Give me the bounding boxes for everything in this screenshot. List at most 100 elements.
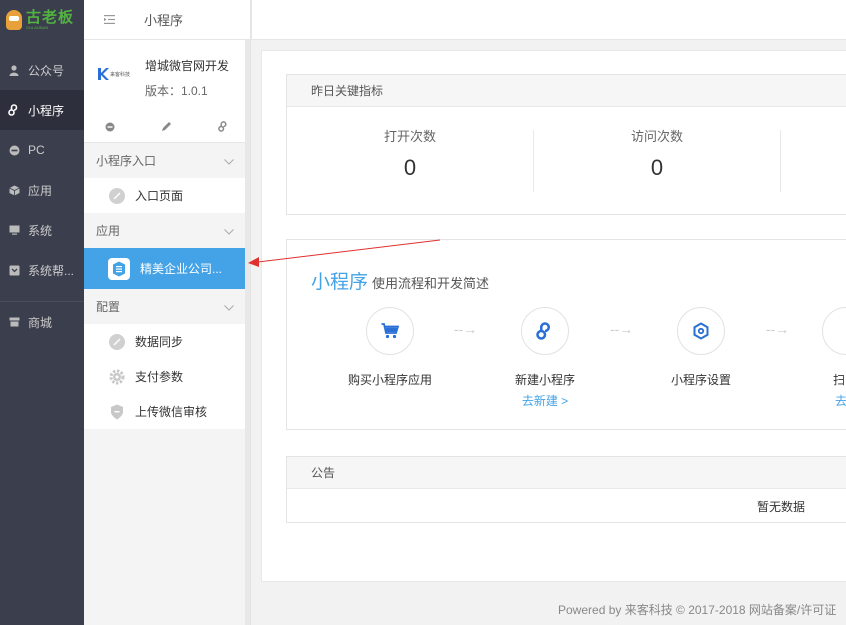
nav-label: 系统 (28, 223, 53, 238)
sub-sidebar: 小程序 来客科技 增城微官网开发 版本：1.0.1 小程序入口 入口页面 应用 (84, 0, 251, 625)
stat-value: 0 (650, 155, 664, 180)
app-logo: 来客科技 (97, 68, 130, 80)
main-sidebar: 古老板 GULAOBAN 公众号 小程序 PC 应用 系统 系统帮... 商城 (0, 0, 84, 625)
stat-label: 打开次数 (383, 129, 436, 144)
gear-icon (109, 369, 125, 385)
app-tools (84, 120, 246, 135)
arrow-right-icon: - - → (766, 321, 789, 337)
menu-toggle-icon[interactable] (104, 12, 116, 27)
intro-title: 小程序 使用流程和开发简述 (311, 267, 489, 294)
section-apps[interactable]: 应用 (84, 213, 246, 248)
sub-item-label: 精美企业公司... (140, 262, 223, 276)
sub-item-pay-params[interactable]: 支付参数 (84, 359, 246, 394)
status-icon[interactable] (105, 120, 115, 135)
top-header (251, 0, 846, 40)
nav-item-shangcheng[interactable]: 商城 (0, 302, 84, 342)
footer-copyright: Powered by 来客科技 © 2017-2018 网站备案/许可证 (558, 603, 837, 617)
nav-label: 商城 (28, 315, 53, 330)
section-title: 配置 (96, 300, 121, 314)
nav-item-pc[interactable]: PC (0, 130, 84, 170)
arrow-right-icon: - - → (454, 321, 477, 337)
sub-item-app-selected[interactable]: 精美企业公司... (84, 248, 246, 289)
stat-label: 访问次数 (630, 129, 683, 144)
step-label: 小程序设置 (670, 373, 731, 387)
brand-tagline: GULAOBAN (26, 25, 49, 30)
step-buy-app: 购买小程序应用 (330, 307, 450, 388)
help-icon (8, 264, 20, 276)
sub-sidebar-header: 小程序 (84, 0, 250, 40)
notice-empty-text: 暂无数据 (757, 499, 806, 514)
store-icon (8, 316, 20, 328)
user-icon (8, 64, 20, 76)
app-card: 来客科技 增城微官网开发 版本：1.0.1 (84, 40, 246, 143)
chevron-down-icon (224, 154, 234, 168)
nav-item-gongzhonghao[interactable]: 公众号 (0, 50, 84, 90)
app-template-icon (108, 257, 130, 280)
mascot-icon (6, 10, 22, 30)
sub-item-label: 支付参数 (135, 370, 184, 384)
nav-item-xitong[interactable]: 系统 (0, 210, 84, 250)
scan-link[interactable]: 去 (797, 392, 846, 409)
step-label: 新建小程序 (514, 373, 575, 387)
notice-header: 公告 (287, 457, 846, 489)
chevron-down-icon (224, 224, 234, 238)
nav-item-yingyong[interactable]: 应用 (0, 170, 84, 210)
step-label: 扫 (833, 373, 846, 387)
step-settings: 小程序设置 (641, 307, 761, 388)
nav-label: 应用 (28, 183, 53, 198)
monitor-icon (8, 224, 20, 236)
shield-icon (109, 404, 125, 420)
nav-item-xiaochengxu[interactable]: 小程序 (0, 90, 84, 130)
dashboard-main: 昨日关键指标 打开次数 0 访问次数 0 小程序 使用流程和开发简述 购买小程序应… (261, 50, 846, 582)
arrow-right-icon: - - → (610, 321, 633, 337)
sub-sidebar-scrollbar[interactable] (245, 40, 250, 625)
nav-label: 小程序 (28, 103, 65, 118)
sub-item-label: 上传微信审核 (135, 405, 208, 419)
hexagon-icon (677, 307, 725, 355)
sub-item-label: 数据同步 (135, 335, 184, 349)
sub-item-upload-review[interactable]: 上传微信审核 (84, 394, 246, 429)
app-name: 增城微官网开发 (145, 59, 230, 73)
notice-panel: 公告 暂无数据 (286, 456, 846, 523)
edit-icon[interactable] (161, 120, 172, 135)
sub-item-label: 入口页面 (135, 189, 184, 203)
section-entry[interactable]: 小程序入口 (84, 143, 246, 178)
stat-value: 0 (403, 155, 417, 180)
link-icon (521, 307, 569, 355)
metrics-stats: 打开次数 0 访问次数 0 (287, 107, 846, 213)
nav-item-help[interactable]: 系统帮... (0, 250, 84, 290)
chevron-down-icon (224, 300, 234, 314)
metrics-panel: 昨日关键指标 打开次数 0 访问次数 0 (286, 74, 846, 215)
app-logo-text: 来客科技 (110, 71, 131, 78)
sub-sidebar-menu: 小程序入口 入口页面 应用 精美企业公司... 配置 数据同步 支付参数 上传微… (84, 143, 246, 429)
metrics-header: 昨日关键指标 (287, 75, 846, 107)
create-link[interactable]: 去新建 > (485, 392, 605, 409)
pc-icon (8, 144, 20, 156)
section-config[interactable]: 配置 (84, 289, 246, 324)
box-icon (8, 184, 20, 196)
scan-icon (822, 307, 846, 355)
app-logo-icon (98, 68, 109, 80)
sync-icon (109, 333, 125, 350)
nav-label: PC (28, 143, 45, 157)
intro-title-main: 小程序 (311, 272, 369, 293)
link-icon[interactable] (218, 120, 229, 135)
stat-visit-count: 访问次数 0 (534, 129, 781, 192)
link-icon (8, 104, 20, 116)
brand-logo[interactable]: 古老板 GULAOBAN (0, 0, 84, 40)
section-title: 小程序入口 (96, 154, 157, 168)
section-title: 应用 (96, 224, 121, 238)
step-scan: 扫 去 (797, 307, 846, 409)
intro-title-sub: 使用流程和开发简述 (372, 276, 490, 291)
app-version: 版本：1.0.1 (145, 84, 208, 98)
link-circle-icon (109, 187, 125, 204)
cart-icon (366, 307, 414, 355)
sub-sidebar-title: 小程序 (144, 13, 184, 28)
step-create: 新建小程序 去新建 > (485, 307, 605, 409)
stat-open-count: 打开次数 0 (287, 129, 534, 192)
intro-panel: 小程序 使用流程和开发简述 购买小程序应用 - - → 新建小程序 去新建 > -… (286, 239, 846, 430)
step-label: 购买小程序应用 (347, 373, 432, 387)
sub-item-entry-page[interactable]: 入口页面 (84, 178, 246, 213)
sub-item-data-sync[interactable]: 数据同步 (84, 324, 246, 359)
nav-label: 系统帮... (28, 263, 75, 278)
